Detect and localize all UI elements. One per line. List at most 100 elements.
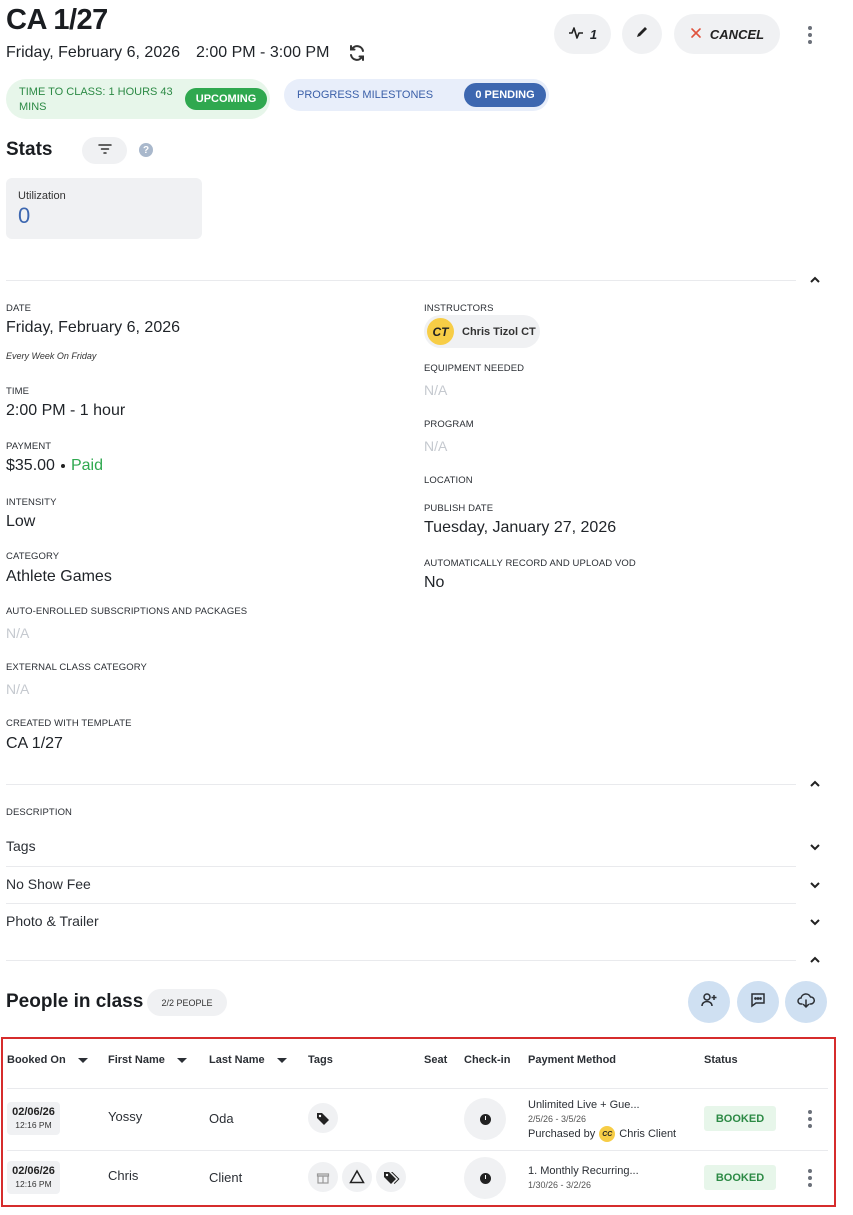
column-header-booked-on[interactable]: Booked On [7,1054,88,1066]
equipment-label: EQUIPMENT NEEDED [424,363,525,374]
column-label: Last Name [209,1054,265,1066]
utilization-label: Utilization [18,190,66,202]
bullet-separator [60,464,65,468]
booked-on-cell: 02/06/26 12:16 PM [7,1102,60,1135]
activity-icon [568,26,584,43]
chevron-down-icon[interactable] [808,840,822,854]
clock-icon [479,1113,491,1125]
time-value: 2:00 PM - 1 hour [6,402,126,419]
no-show-fee-label[interactable]: No Show Fee [6,876,91,892]
auto-enrolled-label: AUTO-ENROLLED SUBSCRIPTIONS AND PACKAGES [6,606,248,617]
program-value: N/A [424,438,448,454]
stats-filter-button[interactable] [82,137,127,164]
booked-on-cell: 02/06/26 12:16 PM [7,1161,60,1194]
divider [7,1150,828,1151]
purchased-by-label: Purchased by [528,1128,596,1140]
add-user-icon [700,991,718,1014]
program-label: PROGRAM [424,419,474,430]
payment-method-cell[interactable]: 1. Monthly Recurring... 1/30/26 - 3/2/26 [528,1165,698,1190]
row-more-options-icon[interactable] [800,1166,820,1190]
upcoming-badge: UPCOMING [185,88,267,110]
tag-icon[interactable] [308,1103,338,1133]
date-value: Friday, February 6, 2026 [6,319,181,336]
purchaser-name: Chris Client [619,1128,677,1140]
category-value: Athlete Games [6,568,112,585]
divider [6,280,796,281]
external-category-value: N/A [6,681,30,697]
instructors-label: INSTRUCTORS [424,303,494,314]
description-label: DESCRIPTION [6,807,73,818]
date-label: DATE [6,303,32,314]
cancel-class-button[interactable]: CANCEL [674,14,780,54]
sort-caret-icon [77,1057,88,1063]
chevron-down-icon[interactable] [808,878,822,892]
template-value: CA 1/27 [6,735,63,752]
stats-heading: Stats [6,139,53,160]
payment-method-name: 1. Monthly Recurring... [528,1165,639,1177]
payment-label: PAYMENT [6,441,52,452]
intensity-label: INTENSITY [6,497,57,508]
payment-method-name: Unlimited Live + Gue... [528,1099,640,1111]
chevron-up-icon[interactable] [808,777,822,791]
progress-milestones-chip[interactable]: PROGRESS MILESTONES 0 PENDING [284,79,549,111]
avatar: CT [427,318,454,345]
tags-section-label[interactable]: Tags [6,838,36,854]
column-header-tags: Tags [308,1054,333,1066]
avatar: CC [599,1126,616,1142]
chevron-up-icon[interactable] [808,953,822,967]
recurring-sync-icon[interactable] [347,43,367,63]
publish-date-label: PUBLISH DATE [424,503,494,514]
pencil-icon [635,25,649,44]
recurrence-text: Every Week On Friday [6,351,97,361]
clock-icon [479,1172,491,1184]
category-label: CATEGORY [6,551,60,562]
last-name-cell[interactable]: Oda [209,1111,234,1126]
payment-method-range: 2/5/26 - 3/5/26 [528,1114,587,1124]
booked-date: 02/06/26 [12,1165,55,1177]
sort-caret-icon [276,1057,287,1063]
first-name-cell[interactable]: Chris [108,1168,138,1183]
payment-value: $35.00 Paid [6,457,103,475]
pending-badge: 0 PENDING [464,83,546,107]
column-header-last-name[interactable]: Last Name [209,1054,287,1066]
check-in-button[interactable] [464,1157,506,1199]
check-in-button[interactable] [464,1098,506,1140]
vod-label: AUTOMATICALLY RECORD AND UPLOAD VOD [424,558,636,569]
triangle-icon[interactable] [342,1162,372,1192]
photo-trailer-label[interactable]: Photo & Trailer [6,913,99,929]
cancel-label: CANCEL [709,26,765,42]
booked-date: 02/06/26 [12,1106,55,1118]
payment-method-cell[interactable]: Unlimited Live + Gue... 2/5/26 - 3/5/26 … [528,1099,698,1142]
class-date: Friday, February 6, 2026 [6,44,181,61]
close-icon [690,27,702,42]
chat-icon [749,991,767,1014]
divider [6,866,796,867]
gift-icon[interactable] [308,1162,338,1192]
message-button[interactable] [737,981,779,1023]
time-to-class-chip: TIME TO CLASS: 1 HOURS 43 MINS UPCOMING [6,79,270,119]
intensity-value: Low [6,513,36,530]
tags-icon[interactable] [376,1162,406,1192]
chevron-up-icon[interactable] [808,273,822,287]
edit-button[interactable] [622,14,662,54]
help-icon[interactable]: ? [139,143,153,157]
column-header-seat: Seat [424,1054,448,1066]
last-name-cell[interactable]: Client [209,1170,242,1185]
activity-button[interactable]: 1 [554,14,611,54]
column-label: First Name [108,1054,165,1066]
booked-time: 12:16 PM [15,1179,52,1189]
more-options-icon[interactable] [800,23,820,47]
status-badge: BOOKED [704,1165,776,1190]
column-header-first-name[interactable]: First Name [108,1054,187,1066]
download-button[interactable] [785,981,827,1023]
first-name-cell[interactable]: Yossy [108,1109,142,1124]
add-person-button[interactable] [688,981,730,1023]
chevron-down-icon[interactable] [808,915,822,929]
location-label: LOCATION [424,475,473,486]
auto-enrolled-value: N/A [6,625,30,641]
instructor-chip[interactable]: CT Chris Tizol CT [424,315,540,348]
time-label: TIME [6,386,30,397]
sort-caret-icon [176,1057,187,1063]
people-count-badge: 2/2 PEOPLE [147,989,227,1016]
row-more-options-icon[interactable] [800,1107,820,1131]
